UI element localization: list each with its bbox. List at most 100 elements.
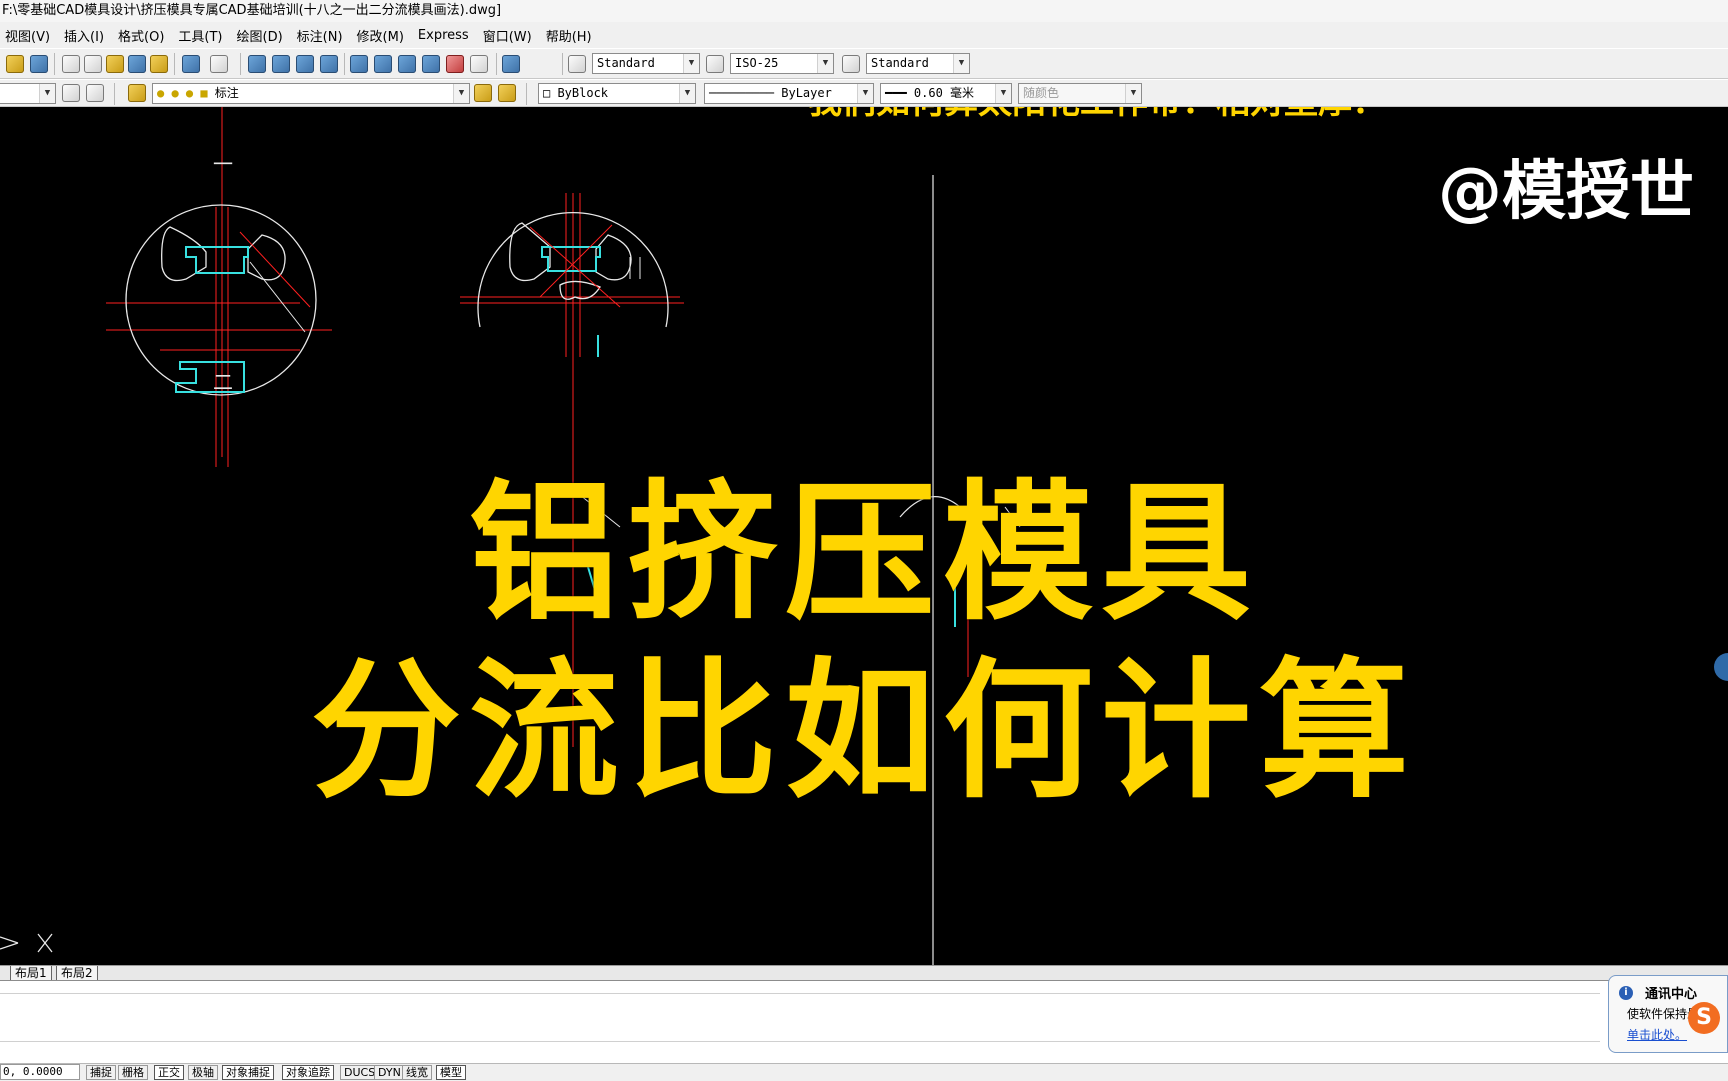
lineweight-sample-icon: ━━━ bbox=[885, 86, 914, 100]
subtitle-partial: 我们如何算太阳花工作带：相对壁厚： bbox=[808, 107, 1386, 122]
chevron-down-icon: ▼ bbox=[995, 84, 1011, 103]
layer-select[interactable]: ● ● ● ■ 标注 ▼ bbox=[152, 83, 470, 104]
sheet-set-icon[interactable] bbox=[422, 55, 440, 73]
notification-link[interactable]: 单击此处。 bbox=[1627, 1026, 1687, 1043]
tab-layout1[interactable]: 布局1 bbox=[10, 966, 52, 981]
drawing-canvas[interactable]: 我们如何算太阳花工作带：相对壁厚： 一 二 bbox=[0, 107, 1728, 965]
layer-previous-icon[interactable] bbox=[498, 84, 516, 102]
chevron-down-icon: ▼ bbox=[953, 54, 969, 73]
text-style-icon[interactable] bbox=[568, 55, 586, 73]
info-icon: i bbox=[1619, 986, 1633, 1000]
menu-format[interactable]: 格式(O) bbox=[113, 26, 173, 45]
make-current-layer-icon[interactable] bbox=[474, 84, 492, 102]
notification-title: 通讯中心 bbox=[1645, 987, 1698, 1002]
paste-icon[interactable] bbox=[106, 55, 124, 73]
ucs-icon bbox=[0, 933, 53, 953]
menu-window[interactable]: 窗口(W) bbox=[478, 26, 541, 45]
calculator-icon[interactable] bbox=[470, 55, 488, 73]
toolbar-divider bbox=[496, 53, 497, 75]
ortho-toggle[interactable]: 正交 bbox=[154, 1065, 184, 1080]
watermark: @模授世 bbox=[1438, 155, 1694, 229]
coordinate-readout: 0, 0.0000 bbox=[0, 1064, 80, 1080]
chevron-down-icon: ▼ bbox=[679, 84, 695, 103]
color-select[interactable]: □ ByBlock ▼ bbox=[538, 83, 696, 104]
otrack-toggle[interactable]: 对象追踪 bbox=[282, 1065, 334, 1080]
grid-toggle[interactable]: 栅格 bbox=[118, 1065, 148, 1080]
menu-insert[interactable]: 插入(I) bbox=[59, 26, 113, 45]
dim-style-icon[interactable] bbox=[706, 55, 724, 73]
help-icon[interactable] bbox=[502, 55, 520, 73]
standard-toolbar: Standard ▼ ISO-25 ▼ Standard ▼ bbox=[0, 48, 1728, 79]
toolbar-divider bbox=[240, 53, 241, 75]
layer-manager-icon[interactable] bbox=[128, 84, 146, 102]
tool-palettes-icon[interactable] bbox=[398, 55, 416, 73]
chevron-down-icon: ▼ bbox=[857, 84, 873, 103]
chevron-down-icon: ▼ bbox=[39, 84, 55, 103]
command-line-divider bbox=[0, 993, 1600, 994]
text-style-select[interactable]: Standard ▼ bbox=[592, 53, 700, 74]
chevron-down-icon: ▼ bbox=[453, 84, 469, 103]
linetype-sample-icon: ───────── bbox=[709, 86, 782, 100]
model-toggle[interactable]: 模型 bbox=[436, 1065, 466, 1080]
redo-icon[interactable] bbox=[210, 55, 228, 73]
zoom-window-icon[interactable] bbox=[296, 55, 314, 73]
toolbar-divider bbox=[54, 53, 55, 75]
web-icon[interactable] bbox=[30, 55, 48, 73]
layer-tool-icon[interactable] bbox=[86, 84, 104, 102]
chevron-down-icon: ▼ bbox=[683, 54, 699, 73]
pan-icon[interactable] bbox=[248, 55, 266, 73]
workspace-select[interactable]: ▼ bbox=[0, 83, 56, 104]
dyn-toggle[interactable]: DYN bbox=[374, 1065, 405, 1080]
markup-icon[interactable] bbox=[446, 55, 464, 73]
table-style-select[interactable]: Standard ▼ bbox=[866, 53, 970, 74]
linetype-select[interactable]: ───────── ByLayer ▼ bbox=[704, 83, 874, 104]
menu-dimension[interactable]: 标注(N) bbox=[292, 26, 352, 45]
die-outline bbox=[125, 204, 317, 396]
polar-toggle[interactable]: 极轴 bbox=[188, 1065, 218, 1080]
chevron-down-icon: ▼ bbox=[1125, 84, 1141, 103]
section-mark-lower: 二 bbox=[213, 370, 233, 394]
zoom-realtime-icon[interactable] bbox=[272, 55, 290, 73]
toolbar-divider bbox=[114, 83, 115, 105]
section-mark-upper: 一 bbox=[213, 152, 233, 176]
layer-state-icons: ● ● ● ■ bbox=[157, 86, 215, 100]
publish-icon[interactable] bbox=[6, 55, 24, 73]
menu-view[interactable]: 视图(V) bbox=[0, 26, 59, 45]
toolbar-divider bbox=[174, 53, 175, 75]
osnap-toggle[interactable]: 对象捕捉 bbox=[222, 1065, 274, 1080]
zoom-previous-icon[interactable] bbox=[320, 55, 338, 73]
menu-help[interactable]: 帮助(H) bbox=[541, 26, 601, 45]
properties-icon[interactable] bbox=[350, 55, 368, 73]
dim-style-select[interactable]: ISO-25 ▼ bbox=[730, 53, 834, 74]
copy-icon[interactable] bbox=[84, 55, 102, 73]
table-style-icon[interactable] bbox=[842, 55, 860, 73]
color-swatch-icon: □ bbox=[543, 86, 558, 100]
design-center-icon[interactable] bbox=[374, 55, 392, 73]
left-die-view: 一 二 bbox=[106, 107, 332, 467]
command-line-divider bbox=[0, 1041, 1600, 1042]
lineweight-select[interactable]: ━━━ 0.60 毫米 ▼ bbox=[880, 83, 1012, 104]
chevron-down-icon: ▼ bbox=[817, 54, 833, 73]
menu-draw[interactable]: 绘图(D) bbox=[232, 26, 292, 45]
menu-bar: 视图(V) 插入(I) 格式(O) 工具(T) 绘图(D) 标注(N) 修改(M… bbox=[0, 22, 1728, 48]
status-bar: 0, 0.0000 捕捉 栅格 正交 极轴 对象捕捉 对象追踪 DUCS DYN… bbox=[0, 1063, 1728, 1081]
menu-modify[interactable]: 修改(M) bbox=[352, 26, 413, 45]
window-title: F:\零基础CAD模具设计\挤压模具专属CAD基础培训(十八之一出二分流模具画法… bbox=[0, 0, 1728, 22]
overlay-title-line1: 铝挤压模具 bbox=[468, 467, 1259, 641]
tab-layout2[interactable]: 布局2 bbox=[56, 966, 98, 981]
toolbar-divider bbox=[562, 53, 563, 75]
plot-style-select[interactable]: 随颜色 ▼ bbox=[1018, 83, 1142, 104]
layers-properties-toolbar: ▼ ● ● ● ■ 标注 ▼ □ ByBlock ▼ ───────── ByLay… bbox=[0, 79, 1728, 107]
toolbar-divider bbox=[344, 53, 345, 75]
menu-express[interactable]: Express bbox=[413, 28, 478, 43]
sogou-ime-icon[interactable]: S bbox=[1688, 1002, 1720, 1034]
undo-icon[interactable] bbox=[182, 55, 200, 73]
menu-tools[interactable]: 工具(T) bbox=[173, 26, 231, 45]
cut-icon[interactable] bbox=[62, 55, 80, 73]
command-window[interactable] bbox=[0, 980, 1728, 1066]
match-properties-icon[interactable] bbox=[128, 55, 146, 73]
layer-tool-icon[interactable] bbox=[62, 84, 80, 102]
block-editor-icon[interactable] bbox=[150, 55, 168, 73]
lineweight-toggle[interactable]: 线宽 bbox=[402, 1065, 432, 1080]
snap-toggle[interactable]: 捕捉 bbox=[86, 1065, 116, 1080]
